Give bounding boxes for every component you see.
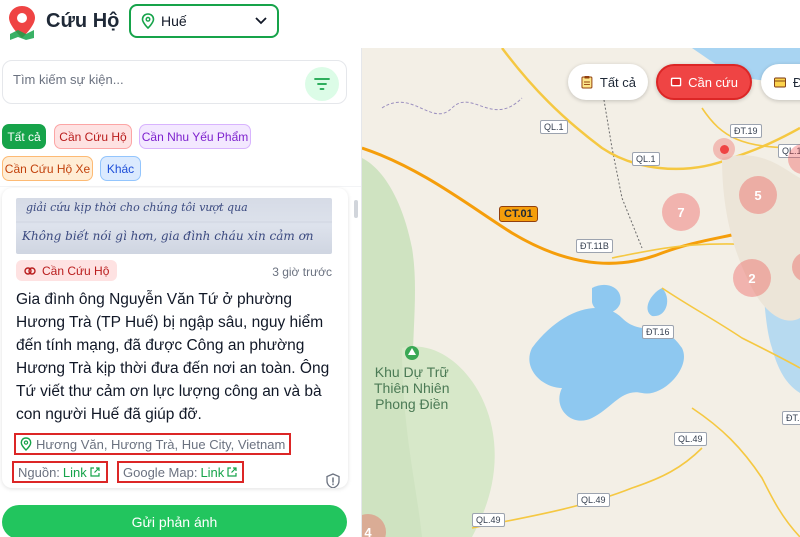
status-badge-label: Cần Cứu Hộ — [42, 263, 110, 278]
external-link-icon — [90, 467, 100, 477]
cluster-count: 7 — [677, 204, 685, 220]
map-filter-rescue-label: Cần cứu — [688, 74, 738, 90]
cluster-marker[interactable]: 7 — [662, 193, 700, 231]
location-pin-icon — [141, 13, 155, 29]
sidebar: Tất cả Cần Cứu Hộ Cần Nhu Yếu Phẩm Cần C… — [0, 48, 362, 537]
list-divider — [0, 186, 361, 187]
handwriting-line-1: giải cứu kịp thời cho chúng tôi vượt qua — [26, 201, 248, 214]
location-pin-icon — [20, 437, 32, 451]
chip-rescue[interactable]: Cần Cứu Hộ — [54, 124, 132, 149]
clipboard-icon — [581, 76, 593, 89]
chip-vehicle-rescue[interactable]: Cần Cứu Hộ Xe — [2, 156, 93, 181]
handwriting-line-2: Không biết nói gì hơn, gia đình cháu xin… — [21, 228, 314, 243]
submit-report-button[interactable]: Gửi phản ánh — [2, 505, 347, 537]
external-link-icon — [227, 467, 237, 477]
chip-other[interactable]: Khác — [100, 156, 141, 181]
sos-icon — [670, 77, 682, 87]
cluster-count: 2 — [748, 270, 756, 286]
road-shield: QL.49 — [472, 513, 505, 527]
map-pin-logo-icon — [9, 6, 35, 40]
cluster-count: 4 — [364, 524, 372, 537]
map-view[interactable]: Khu Dự Trữ Thiên Nhiên Phong Điền QL.1 Q… — [362, 48, 800, 537]
city-select-value: Huế — [161, 13, 187, 29]
map-filter-all-label: Tất cả — [599, 74, 636, 90]
map-filter-supplies[interactable]: Đ — [761, 64, 800, 100]
cluster-count: 5 — [754, 187, 762, 203]
search-box — [2, 60, 347, 104]
map-filter-supplies-label: Đ — [793, 74, 800, 90]
road-shield: ĐT.19 — [730, 124, 762, 138]
package-icon — [774, 77, 786, 88]
road-shield: ĐT.16 — [642, 325, 674, 339]
link-icon — [24, 266, 36, 275]
road-shield: QL.49 — [674, 432, 707, 446]
reserve-label: Khu Dự Trữ Thiên Nhiên Phong Điền — [374, 364, 450, 412]
expressway-shield: CT.01 — [499, 206, 538, 222]
cluster-marker[interactable]: 5 — [739, 176, 777, 214]
incident-description: Gia đình ông Nguyễn Văn Tứ ở phường Hươn… — [16, 291, 330, 423]
road-shield: ĐT.11B — [576, 239, 613, 253]
address-text: Hương Văn, Hương Trà, Hue City, Vietnam — [36, 436, 286, 452]
incident-card[interactable]: giải cứu kịp thời cho chúng tôi vượt qua… — [2, 188, 348, 488]
source-row: Nguồn: Link — [12, 461, 108, 483]
road-shield: ĐT.8 — [782, 411, 800, 425]
road-shield: QL.49 — [577, 493, 610, 507]
report-icon[interactable] — [326, 473, 340, 488]
address-row[interactable]: Hương Văn, Hương Trà, Hue City, Vietnam — [14, 433, 292, 455]
google-map-link[interactable]: Link — [200, 465, 224, 480]
road-shield: QL.1 — [632, 152, 660, 166]
chevron-down-icon — [255, 17, 267, 25]
city-select[interactable]: Huế — [129, 4, 279, 38]
incident-marker[interactable] — [713, 138, 735, 160]
status-badge: Cần Cứu Hộ — [16, 260, 118, 281]
map-filter-rescue[interactable]: Cần cứu — [656, 64, 752, 100]
timestamp: 3 giờ trước — [272, 265, 332, 279]
search-input[interactable] — [13, 72, 293, 87]
source-link[interactable]: Link — [63, 465, 87, 480]
google-map-label: Google Map: — [123, 464, 198, 480]
road-shield: QL.1 — [540, 120, 568, 134]
chip-all[interactable]: Tất cả — [2, 124, 46, 149]
source-label: Nguồn: — [18, 464, 60, 480]
list-scrollbar[interactable] — [354, 200, 358, 218]
map-filter-all[interactable]: Tất cả — [568, 64, 648, 100]
filter-icon — [314, 78, 330, 90]
cluster-marker[interactable]: 2 — [733, 259, 771, 297]
app-header: Cứu Hộ Huế — [0, 0, 362, 48]
letter-image: giải cứu kịp thời cho chúng tôi vượt qua… — [16, 198, 332, 254]
map-base — [362, 48, 800, 537]
app-title: Cứu Hộ — [46, 10, 120, 32]
filter-button[interactable] — [305, 67, 339, 101]
google-map-row: Google Map: Link — [117, 461, 244, 483]
chip-supplies[interactable]: Cần Nhu Yếu Phẩm — [139, 124, 251, 149]
